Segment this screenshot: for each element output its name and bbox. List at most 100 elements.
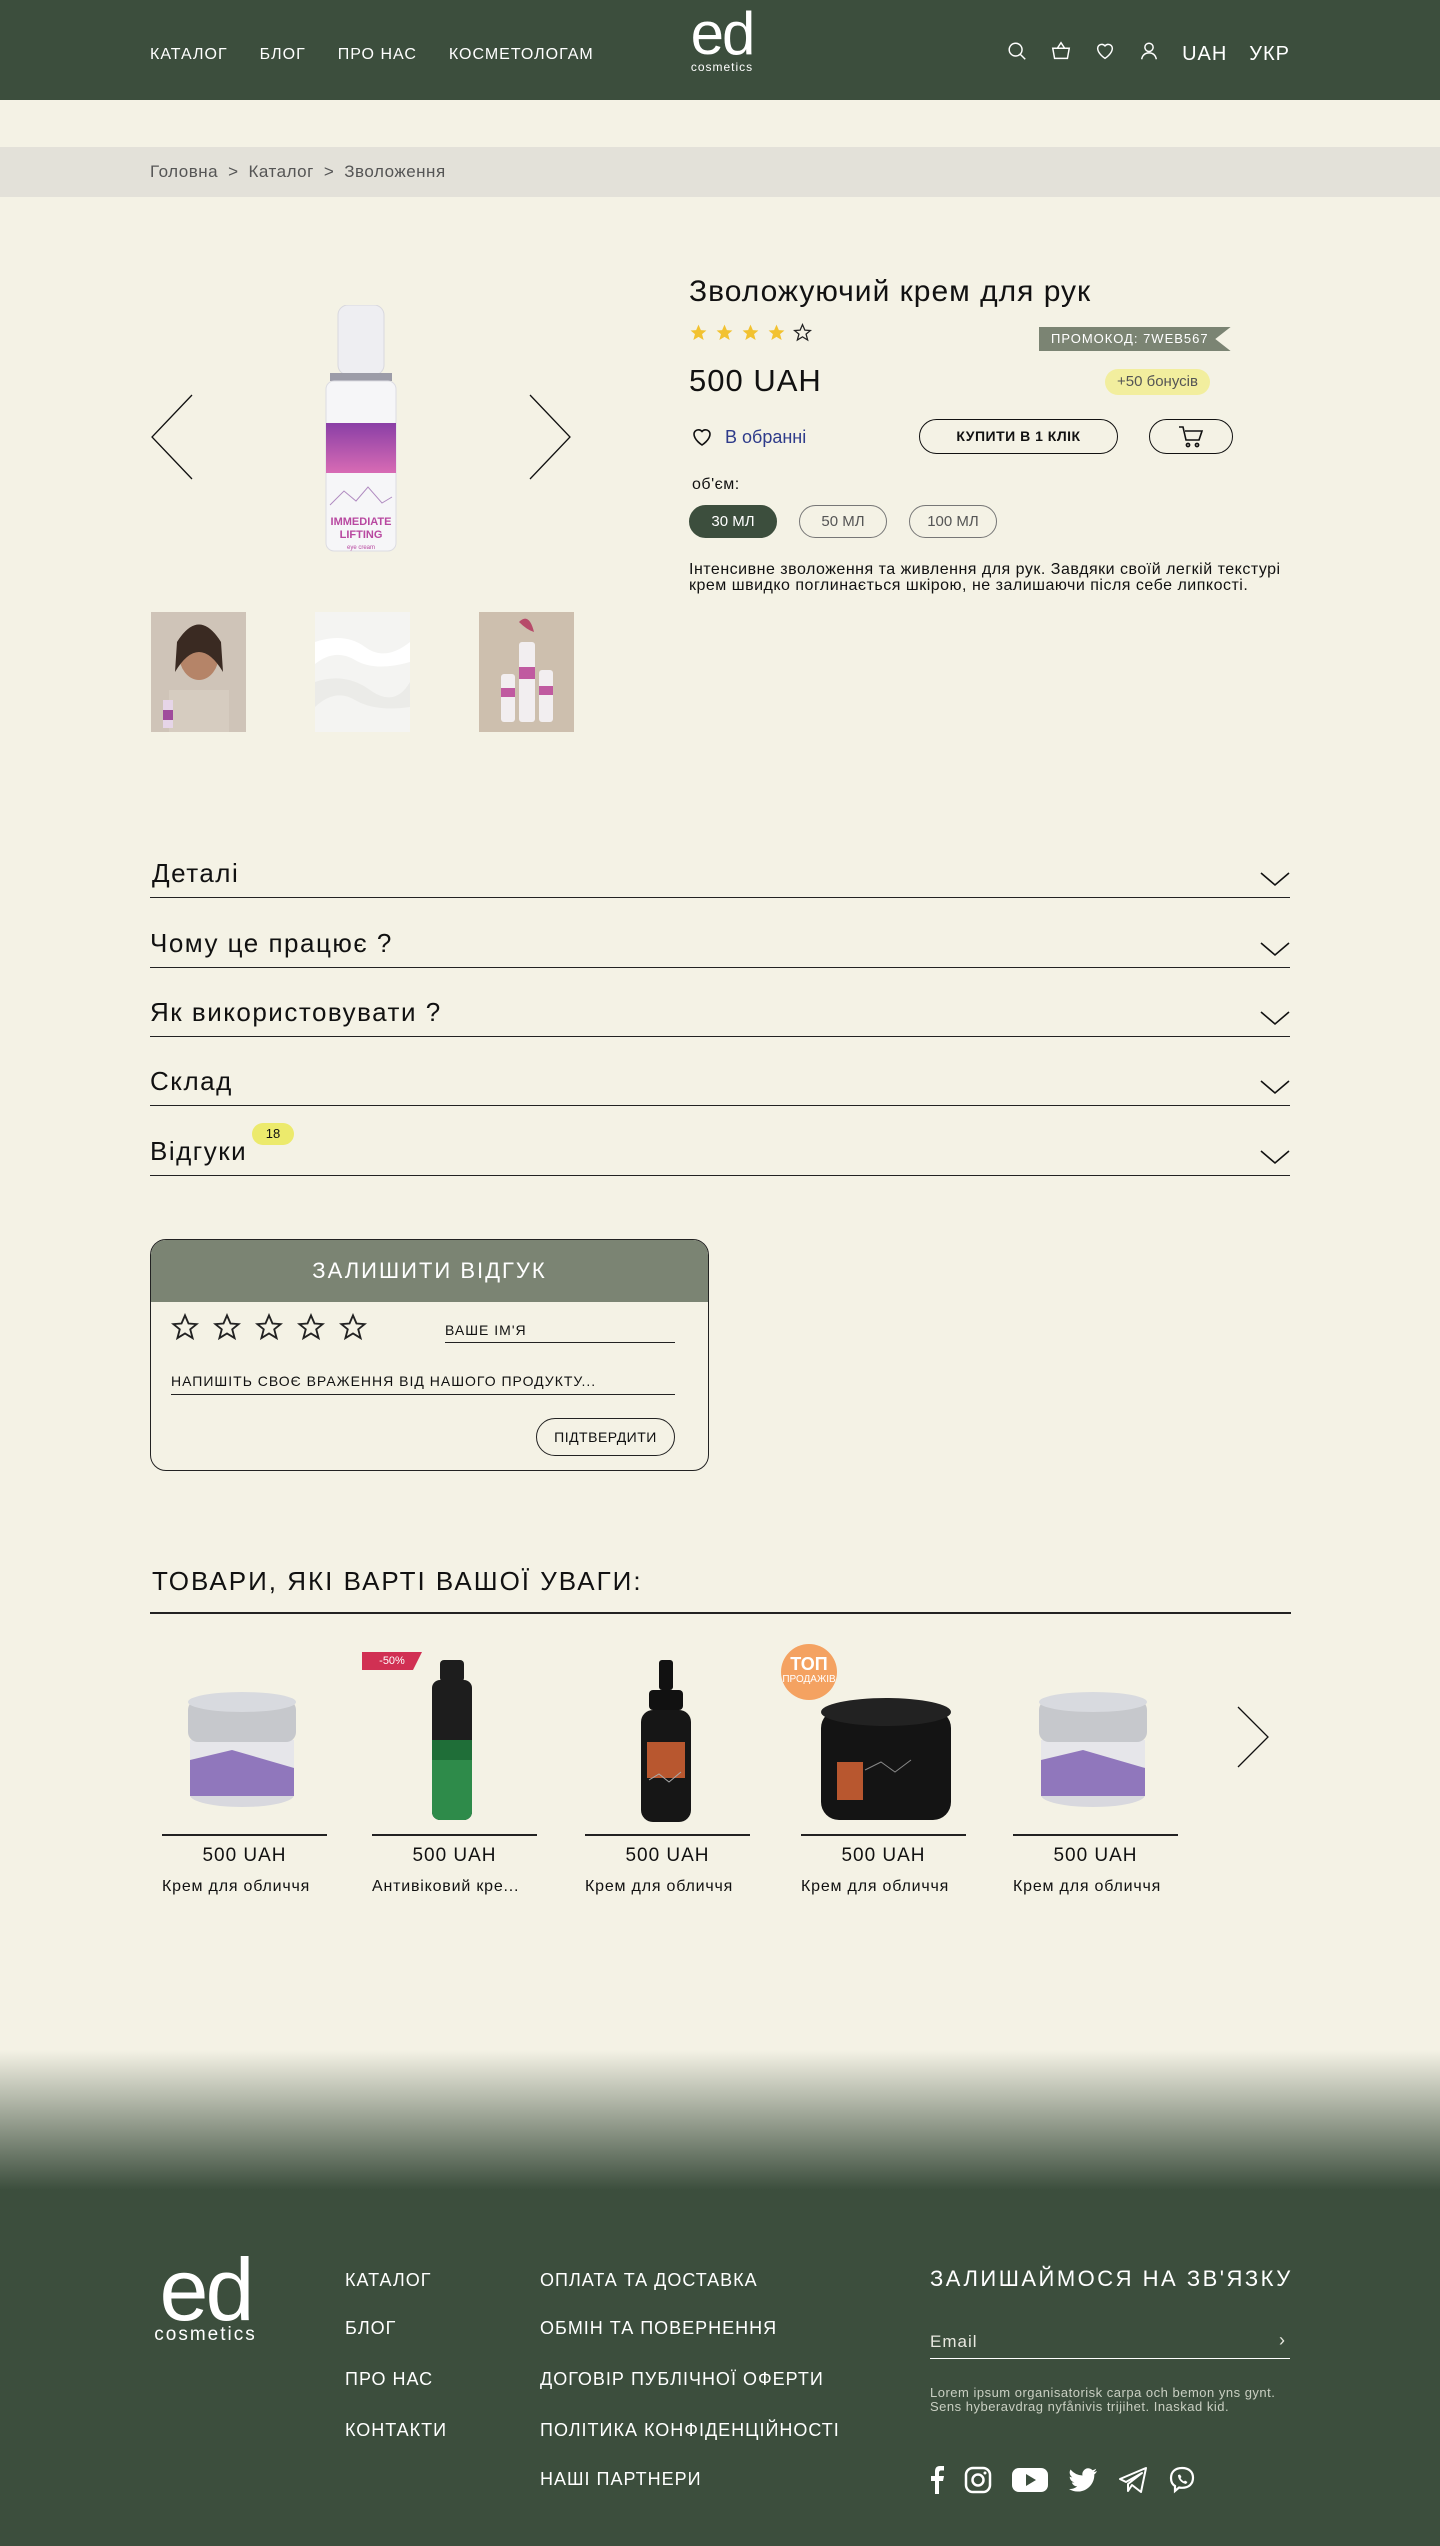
accordion-label: Чому це працює ? xyxy=(150,928,393,958)
accordion-ingredients[interactable]: Склад xyxy=(150,1046,1290,1106)
header-actions: UAH УКР xyxy=(1006,40,1290,68)
chevron-down-icon xyxy=(1260,941,1290,957)
site-logo[interactable]: ed cosmetics xyxy=(684,0,760,75)
product-card[interactable]: 500 UAH Крем для обличчя xyxy=(1013,1650,1183,1900)
product-card-price: 500 UAH xyxy=(1053,1845,1138,1866)
chevron-down-icon xyxy=(1260,1010,1290,1026)
breadcrumb-current: Зволоження xyxy=(344,162,446,181)
accordion-how-to-use[interactable]: Як використовувати ? xyxy=(150,977,1290,1037)
footer-logo-main: ed xyxy=(159,2240,255,2339)
bottle-label-2: LIFTING xyxy=(340,529,383,541)
bottle-label-1: IMMEDIATE xyxy=(331,516,392,528)
buy-one-click-button[interactable]: КУПИТИ В 1 КЛІК xyxy=(919,419,1118,454)
footer-link-contacts[interactable]: КОНТАКТИ xyxy=(345,2420,447,2441)
footer-link-partners[interactable]: НАШІ ПАРТНЕРИ xyxy=(540,2469,702,2490)
email-placeholder: Email xyxy=(930,2332,978,2351)
product-card-image xyxy=(1013,1650,1183,1830)
breadcrumb-catalog[interactable]: Каталог xyxy=(249,162,314,182)
heart-icon xyxy=(693,429,711,446)
language-switch[interactable]: УКР xyxy=(1249,43,1290,66)
footer-link-about[interactable]: ПРО НАС xyxy=(345,2369,433,2390)
footer-link-blog[interactable]: БЛОГ xyxy=(345,2318,396,2339)
gallery-thumb-model[interactable] xyxy=(151,612,246,732)
product-card[interactable]: 500 UAH Крем для обличчя xyxy=(585,1650,755,1900)
product-card[interactable]: 500 UAH Крем для обличчя ТОП ПРОДАЖІВ xyxy=(781,1644,971,1900)
currency-switch[interactable]: UAH xyxy=(1182,43,1227,66)
youtube-icon[interactable] xyxy=(1012,2466,1048,2494)
footer-link-payment[interactable]: ОПЛАТА ТА ДОСТАВКА xyxy=(540,2270,758,2291)
footer-link-privacy[interactable]: ПОЛІТИКА КОНФІДЕНЦІЙНОСТІ xyxy=(540,2420,840,2441)
breadcrumb-separator: > xyxy=(228,162,239,181)
footer-link-returns[interactable]: ОБМІН ТА ПОВЕРНЕННЯ xyxy=(540,2318,777,2339)
favorite-toggle[interactable]: В обранні xyxy=(689,425,806,449)
nav-catalog[interactable]: КАТАЛОГ xyxy=(150,46,228,64)
divider xyxy=(801,1834,966,1836)
contact-title: ЗАЛИШАЙМОСЯ НА ЗВ'ЯЗКУ xyxy=(930,2266,1293,2291)
accordion-reviews[interactable]: Відгуки 18 xyxy=(150,1116,1290,1176)
volume-option-100[interactable]: 100 МЛ xyxy=(909,505,997,538)
gallery-next-arrow[interactable] xyxy=(528,393,572,481)
instagram-icon[interactable] xyxy=(964,2466,992,2494)
star-empty-icon[interactable] xyxy=(339,1313,367,1341)
product-card-name: Антивіковий кре... xyxy=(372,1878,520,1895)
viber-icon[interactable] xyxy=(1168,2466,1196,2494)
review-rating-input xyxy=(171,1313,367,1341)
divider xyxy=(585,1834,750,1836)
footer-gradient xyxy=(0,2050,1440,2190)
product-price: 500 UAH xyxy=(689,363,822,398)
footer-note: Lorem ipsum organisatorisk carpa och bem… xyxy=(930,2385,1276,2414)
product-card-price: 500 UAH xyxy=(841,1845,926,1866)
footer-link-offer[interactable]: ДОГОВІР ПУБЛІЧНОЇ ОФЕРТИ xyxy=(540,2369,824,2390)
review-submit-button[interactable]: ПІДТВЕРДИТИ xyxy=(536,1418,675,1456)
facebook-icon[interactable] xyxy=(930,2466,944,2494)
star-empty-icon[interactable] xyxy=(255,1313,283,1341)
review-message-input[interactable]: НАПИШІТЬ СВОЄ ВРАЖЕННЯ ВІД НАШОГО ПРОДУК… xyxy=(171,1373,675,1395)
telegram-icon[interactable] xyxy=(1118,2466,1148,2494)
product-card-price: 500 UAH xyxy=(412,1845,497,1866)
site-footer: ed cosmetics КАТАЛОГ БЛОГ ПРО НАС КОНТАК… xyxy=(0,2190,1440,2546)
product-card[interactable]: 500 UAH Крем для обличчя xyxy=(162,1650,332,1900)
product-card[interactable]: 500 UAH Антивіковий кре... xyxy=(372,1650,542,1900)
heart-icon[interactable] xyxy=(1094,40,1116,68)
review-name-input[interactable]: ВАШЕ ІМ'Я xyxy=(445,1322,675,1343)
volume-option-50[interactable]: 50 МЛ xyxy=(799,505,887,538)
star-filled-icon xyxy=(690,324,707,341)
accordion-label: Деталі xyxy=(152,858,240,888)
gallery-thumb-texture[interactable] xyxy=(315,612,410,732)
product-card-name: Крем для обличчя xyxy=(162,1878,311,1895)
search-icon[interactable] xyxy=(1006,40,1028,68)
volume-option-30[interactable]: 30 МЛ xyxy=(689,505,777,538)
gallery-prev-arrow[interactable] xyxy=(150,393,194,481)
gallery-thumb-set[interactable] xyxy=(479,612,574,732)
product-rating xyxy=(689,323,812,342)
basket-icon[interactable] xyxy=(1050,40,1072,68)
star-empty-icon[interactable] xyxy=(171,1313,199,1341)
nav-cosmetologists[interactable]: КОСМЕТОЛОГАМ xyxy=(449,46,594,64)
logo-main: ed xyxy=(690,0,756,67)
email-submit-button[interactable]: › xyxy=(1279,2330,1286,2351)
footer-link-catalog[interactable]: КАТАЛОГ xyxy=(345,2270,431,2291)
nav-about[interactable]: ПРО НАС xyxy=(338,46,417,64)
accordion-details[interactable]: Деталі xyxy=(150,838,1290,898)
star-empty-icon[interactable] xyxy=(297,1313,325,1341)
add-to-cart-button[interactable] xyxy=(1149,419,1233,454)
nav-blog[interactable]: БЛОГ xyxy=(260,46,306,64)
volume-label: об'єм: xyxy=(692,476,740,493)
divider xyxy=(162,1834,327,1836)
user-icon[interactable] xyxy=(1138,40,1160,68)
chevron-down-icon xyxy=(1260,1079,1290,1095)
accordion-why-it-works[interactable]: Чому це працює ? xyxy=(150,908,1290,968)
reviews-count-badge: 18 xyxy=(252,1123,294,1145)
product-card-name: Крем для обличчя xyxy=(1013,1878,1162,1895)
recommendations-next-arrow[interactable] xyxy=(1236,1705,1270,1769)
breadcrumb-home[interactable]: Головна xyxy=(150,162,218,182)
product-card-name: Крем для обличчя xyxy=(585,1878,734,1895)
email-input[interactable]: Email › xyxy=(930,2330,1290,2359)
accordion-label: Склад xyxy=(150,1066,233,1096)
twitter-icon[interactable] xyxy=(1068,2466,1098,2494)
product-title: Зволожуючий крем для рук xyxy=(689,275,1092,308)
product-description: Інтенсивне зволоження та живлення для ру… xyxy=(689,561,1281,594)
footer-logo-sub: cosmetics xyxy=(154,2324,257,2345)
star-empty-icon[interactable] xyxy=(213,1313,241,1341)
footer-logo[interactable]: ed cosmetics xyxy=(148,2240,263,2346)
